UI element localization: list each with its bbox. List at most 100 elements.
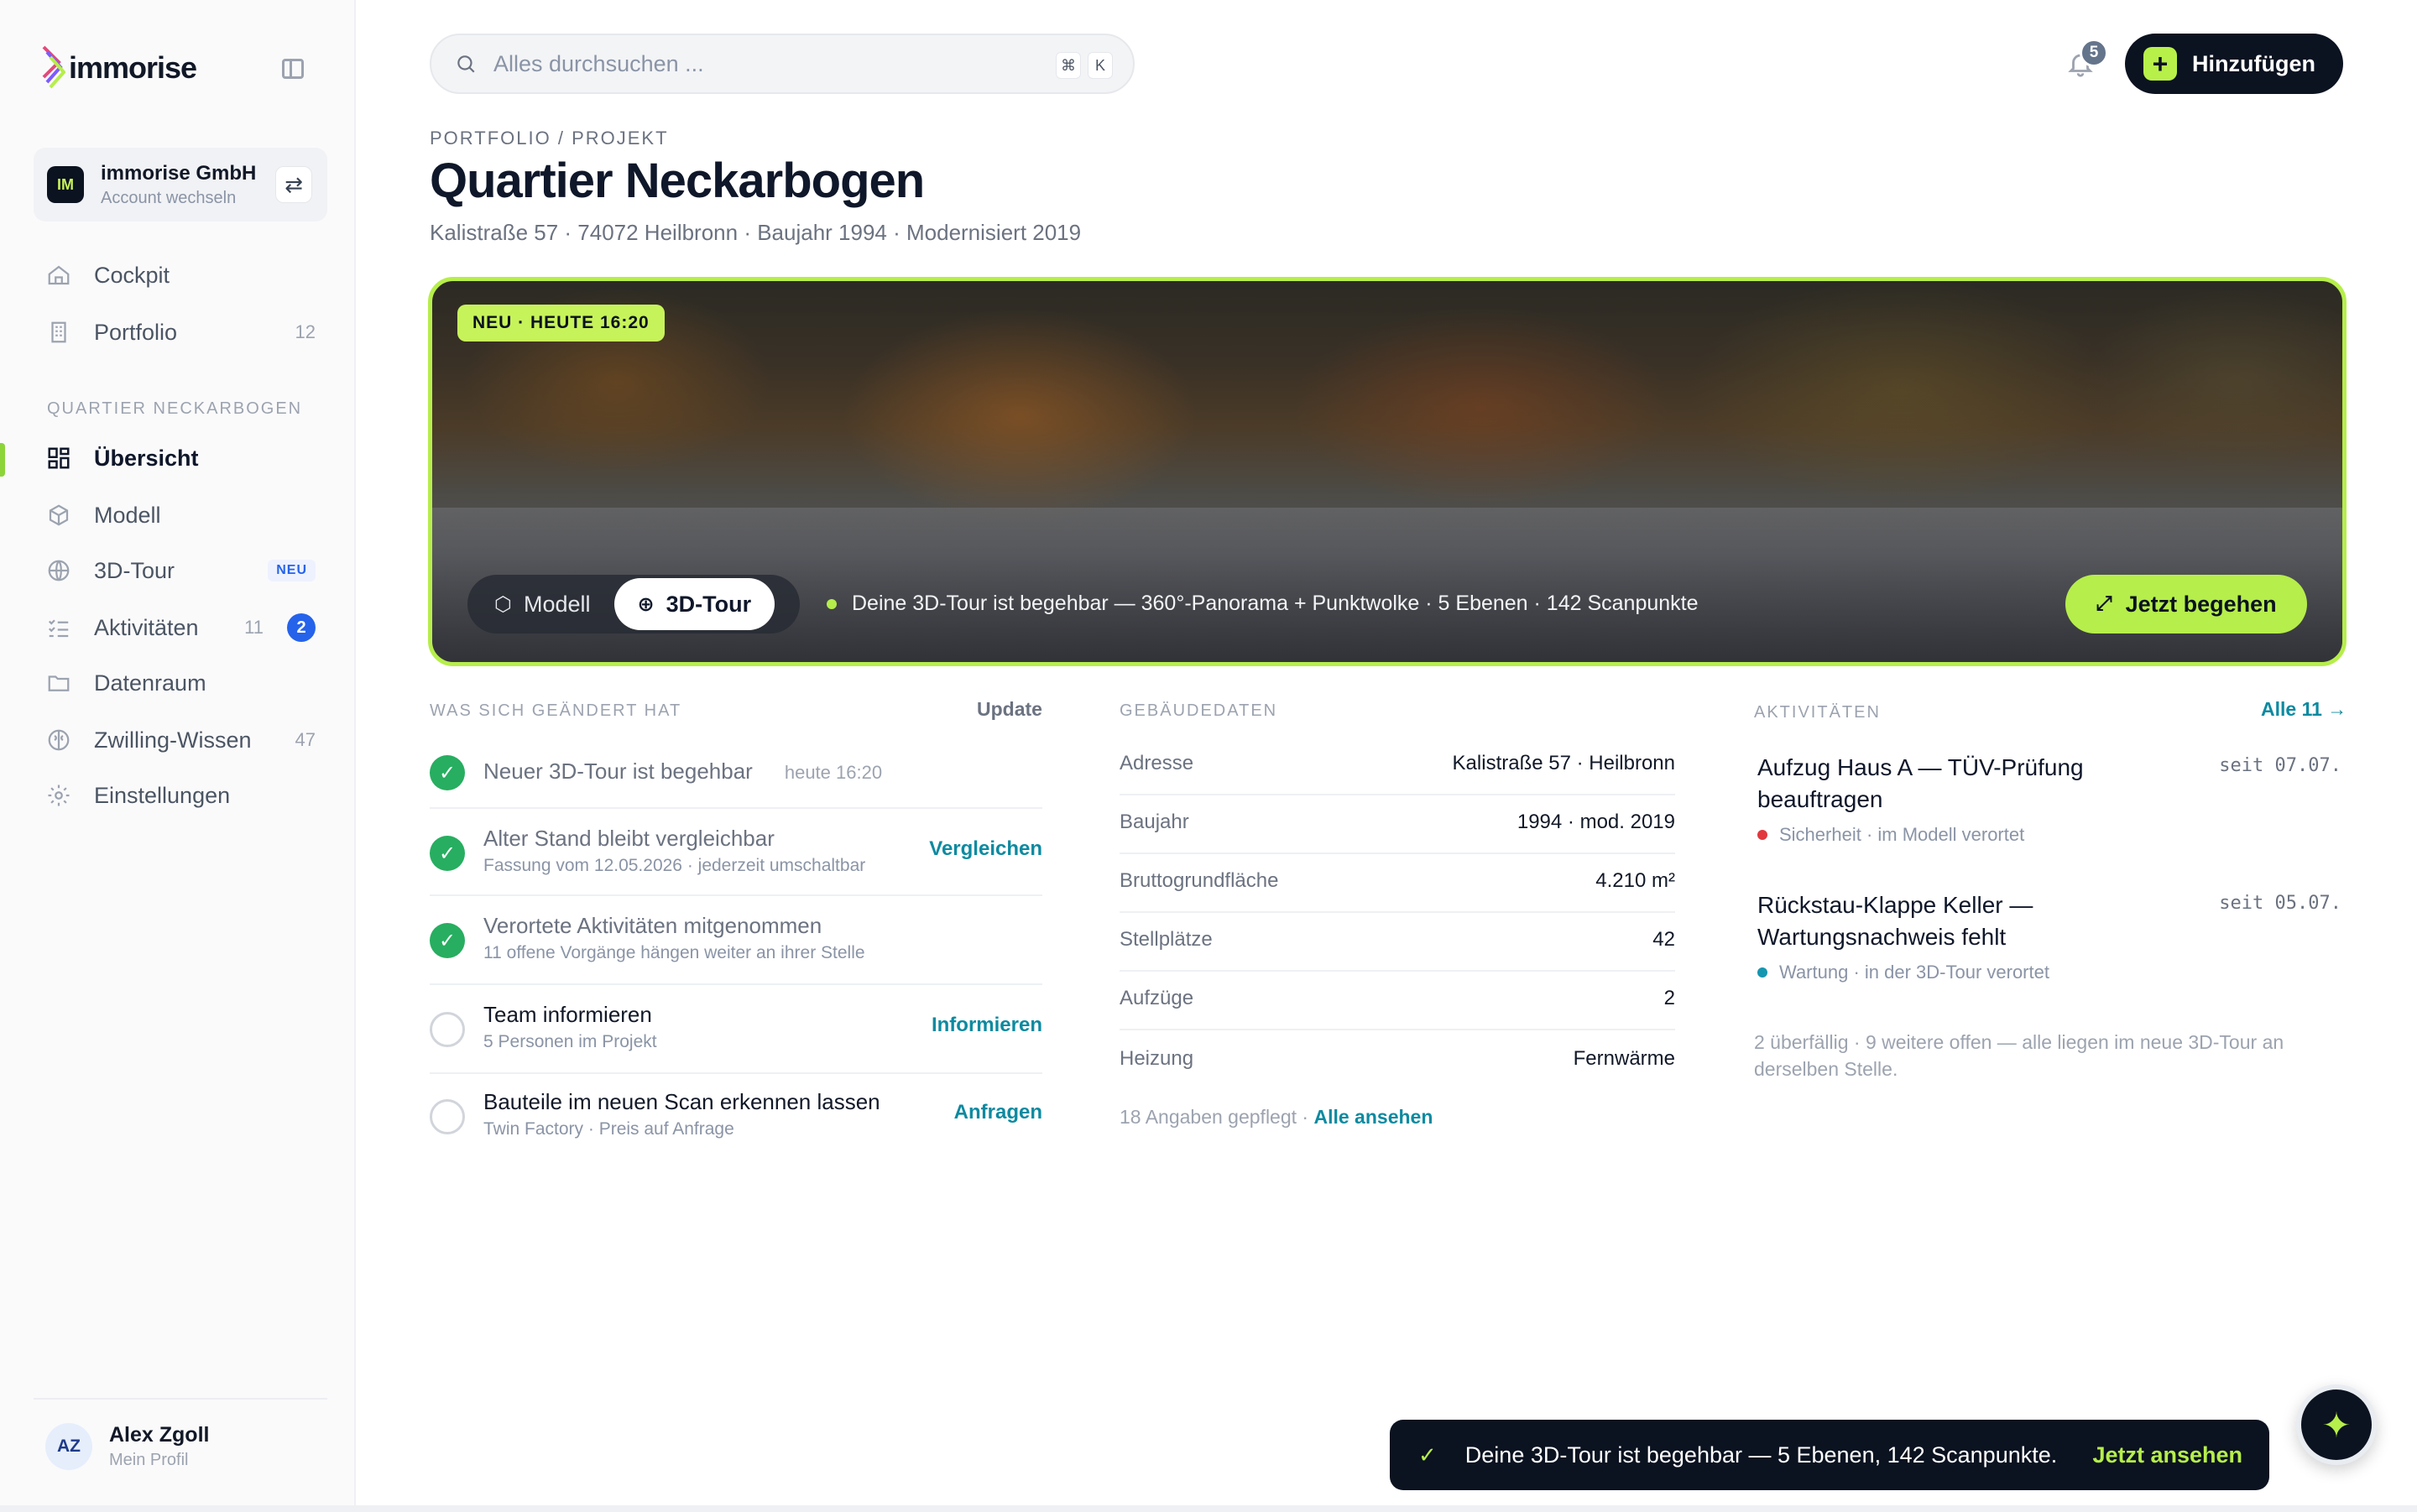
toggle-label: 3D-Tour	[666, 591, 752, 617]
activities-note: 2 überfällig · 9 weitere offen — alle li…	[1754, 1031, 2284, 1081]
avatar: AZ	[45, 1423, 92, 1470]
check-icon: ✓	[1418, 1442, 1437, 1468]
gear-icon	[45, 782, 72, 809]
tour-status-text: Deine 3D-Tour ist begehbar — 360°-Panora…	[852, 592, 1699, 615]
kbd-cmd: ⌘	[1056, 52, 1081, 79]
sidebar-item-uebersicht[interactable]: Übersicht	[34, 435, 327, 482]
change-subtitle: 5 Personen im Projekt	[483, 1032, 657, 1051]
toggle-3d-tour[interactable]: ⊕ 3D-Tour	[613, 578, 775, 630]
status-dot	[827, 598, 837, 609]
all-activities-link[interactable]: Alle 11 →	[2261, 698, 2347, 721]
divider	[430, 1072, 1042, 1074]
toggle-modell[interactable]: ⬡ Modell	[471, 578, 614, 630]
kbd-k: K	[1088, 52, 1113, 79]
toast-action-button[interactable]: Jetzt ansehen	[2092, 1442, 2242, 1468]
change-title-text: Neuer 3D-Tour ist begehbar	[483, 759, 753, 784]
page-title: Quartier Neckarbogen	[430, 154, 925, 208]
property-key: Adresse	[1120, 752, 1194, 774]
add-button[interactable]: + Hinzufügen	[2125, 34, 2343, 94]
sidebar-item-datenraum[interactable]: Datenraum	[34, 660, 327, 706]
activity-title: Rückstau-Klappe Keller — Wartungsnachwei…	[1757, 892, 2033, 950]
activity-date: seit 05.07.	[2219, 893, 2341, 914]
bottom-strip	[0, 1505, 2417, 1512]
unread-count-badge: 2	[287, 613, 316, 642]
walk-tour-button[interactable]: ⤢ Jetzt begehen	[2065, 575, 2307, 633]
category-dot	[1757, 829, 1767, 840]
property-value: Kalistraße 57 · Heilbronn	[1452, 752, 1675, 774]
unchecked-icon[interactable]	[430, 1012, 465, 1047]
change-subtitle: 11 offene Vorgänge hängen weiter an ihre…	[483, 943, 865, 962]
search-icon	[457, 55, 475, 73]
sidebar-item-label: Übersicht	[94, 445, 199, 471]
activity-title: Aufzug Haus A — TÜV-Prüfung beauftragen	[1757, 754, 2084, 812]
brand-name: immorise	[69, 50, 197, 85]
add-button-label: Hinzufügen	[2192, 50, 2315, 76]
property-value: 4.210 m²	[1595, 869, 1675, 892]
property-key: Bruttogrundfläche	[1120, 869, 1279, 892]
tour-status: Deine 3D-Tour ist begehbar — 360°-Panora…	[827, 592, 1699, 616]
sidebar-item-label: Cockpit	[94, 262, 170, 288]
property-key: Stellplätze	[1120, 928, 1213, 951]
divider	[430, 807, 1042, 809]
divider	[430, 894, 1042, 896]
sidebar-item-modell[interactable]: Modell	[34, 492, 327, 539]
change-title: Neuer 3D-Tour ist begehbar heute 16:20	[483, 759, 882, 785]
profile-name: Alex Zgoll	[109, 1423, 210, 1447]
account-switcher[interactable]: IM immorise GmbH Account wechseln ⇄	[34, 148, 327, 222]
page-subtitle: Kalistraße 57 · 74072 Heilbronn · Baujah…	[430, 220, 1082, 245]
switch-account-icon[interactable]: ⇄	[275, 166, 312, 203]
view-all-properties-link[interactable]: Alle ansehen	[1313, 1106, 1433, 1128]
property-row: Heizung Fernwärme	[1120, 1032, 1675, 1091]
activity-meta-text: Sicherheit · im Modell verortet	[1779, 823, 2025, 845]
changes-update-link[interactable]: Update	[977, 698, 1042, 721]
compare-button[interactable]: Vergleichen	[929, 837, 1042, 861]
account-avatar: IM	[47, 166, 84, 203]
user-profile[interactable]: AZ Alex Zgoll Mein Profil	[45, 1423, 209, 1470]
toast-text: Deine 3D-Tour ist begehbar — 5 Ebenen, 1…	[1464, 1442, 2058, 1468]
sidebar-item-aktivitaeten[interactable]: Aktivitäten 11 2	[34, 604, 327, 651]
breadcrumb: PORTFOLIO / PROJEKT	[430, 128, 669, 149]
unchecked-icon[interactable]	[430, 1099, 465, 1134]
checklist-icon	[45, 614, 72, 641]
activity-meta: Wartung · in der 3D-Tour verortet	[1757, 962, 2341, 983]
sidebar-item-label: 3D-Tour	[94, 557, 175, 583]
change-item: Bauteile im neuen Scan erkennen lassen T…	[430, 1089, 1042, 1156]
sidebar-collapse-icon[interactable]	[282, 59, 304, 79]
activity-item[interactable]: Rückstau-Klappe Keller — Wartungsnachwei…	[1757, 889, 2341, 983]
property-row: Aufzüge 2	[1120, 972, 1675, 1030]
search-bar[interactable]: ⌘ K	[430, 34, 1135, 94]
change-title: Verortete Aktivitäten mitgenommen	[483, 913, 822, 938]
activity-item[interactable]: Aufzug Haus A — TÜV-Prüfung beauftragen …	[1757, 752, 2341, 846]
account-switch-label: Account wechseln	[101, 188, 237, 207]
activity-meta-text: Wartung · in der 3D-Tour verortet	[1779, 961, 2049, 983]
inform-button[interactable]: Informieren	[932, 1014, 1042, 1037]
activity-date: seit 07.07.	[2219, 755, 2341, 776]
assistant-sparkle-icon[interactable]: ✦	[2296, 1384, 2377, 1465]
change-subtitle: Fassung vom 12.05.2026 · jederzeit umsch…	[483, 856, 866, 875]
sidebar-item-3d-tour[interactable]: 3D-Tour NEU	[34, 547, 327, 594]
sidebar-item-count: 47	[295, 729, 316, 750]
property-value: Fernwärme	[1573, 1047, 1675, 1070]
property-value: 42	[1652, 928, 1675, 951]
check-icon: ✓	[430, 836, 465, 871]
sidebar-item-zwilling-wissen[interactable]: Zwilling-Wissen 47	[34, 717, 327, 764]
plus-icon: +	[2143, 47, 2177, 81]
property-row: Baujahr 1994 · mod. 2019	[1120, 795, 1675, 854]
search-input[interactable]	[493, 50, 1014, 77]
change-title: Alter Stand bleibt vergleichbar	[483, 826, 775, 851]
building-footer-text: 18 Angaben gepflegt ·	[1120, 1106, 1314, 1128]
brand-logo[interactable]: immorise	[42, 44, 197, 92]
sidebar-item-label: Einstellungen	[94, 782, 231, 808]
grid-icon	[45, 445, 72, 472]
cube-icon	[45, 502, 72, 529]
building-section-title: GEBÄUDEDATEN	[1120, 701, 1278, 720]
sidebar-item-einstellungen[interactable]: Einstellungen	[34, 772, 327, 819]
request-button[interactable]: Anfragen	[954, 1101, 1042, 1124]
sidebar-item-portfolio[interactable]: Portfolio 12	[34, 309, 327, 356]
category-dot	[1757, 967, 1767, 978]
change-title: Bauteile im neuen Scan erkennen lassen	[483, 1089, 880, 1114]
sidebar-item-cockpit[interactable]: Cockpit	[34, 252, 327, 299]
activities-section-title: AKTIVITÄTEN	[1754, 703, 1881, 722]
property-key: Aufzüge	[1120, 987, 1194, 1009]
tour-preview[interactable]: NEU · HEUTE 16:20 ⬡ Modell ⊕ 3D-Tour Dei…	[428, 277, 2347, 666]
